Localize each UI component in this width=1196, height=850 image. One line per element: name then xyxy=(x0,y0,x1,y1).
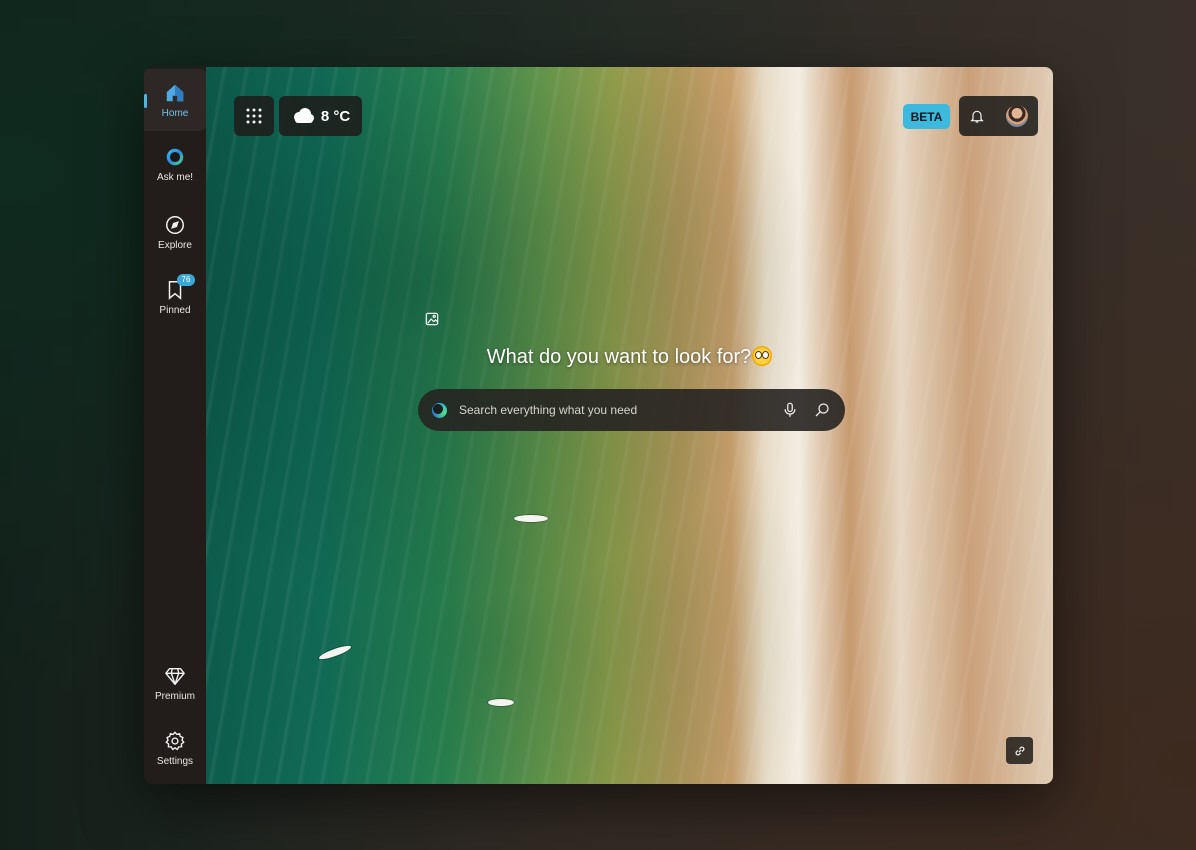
pinned-count-badge: 76 xyxy=(177,273,195,286)
sidebar-item-label: Explore xyxy=(158,239,192,251)
search-bar xyxy=(418,389,845,431)
sidebar-item-label: Ask me! xyxy=(156,171,194,183)
link-button[interactable] xyxy=(1006,737,1033,764)
gear-icon xyxy=(165,730,185,750)
wallpaper-hero: 8 °C BETA What do you want to look for? xyxy=(206,67,1053,784)
diamond-icon xyxy=(165,667,185,685)
sidebar-item-home[interactable]: Home xyxy=(144,69,206,131)
account-tile xyxy=(959,96,1038,136)
sidebar-item-label: Settings xyxy=(156,755,194,767)
flushed-emoji-icon xyxy=(752,346,773,366)
sidebar: Home Ask me! Explore 76 Pinned Premium S… xyxy=(144,67,207,784)
sidebar-item-explore[interactable]: Explore xyxy=(144,201,206,263)
bookmark-icon-wrapper: 76 xyxy=(164,273,195,301)
beta-badge: BETA xyxy=(903,104,950,129)
weather-temperature: 8 °C xyxy=(320,107,351,125)
search-icon[interactable] xyxy=(813,401,831,419)
apps-grid-button[interactable] xyxy=(234,96,274,136)
active-indicator xyxy=(144,94,147,108)
cloud-icon xyxy=(293,108,314,123)
sidebar-item-label: Pinned xyxy=(159,304,191,316)
bell-icon[interactable] xyxy=(969,108,985,124)
grid-icon xyxy=(246,108,262,124)
surfer-figure xyxy=(514,515,548,522)
app-window: Home Ask me! Explore 76 Pinned Premium S… xyxy=(144,67,1053,784)
ask-orb-icon xyxy=(432,402,447,418)
link-icon xyxy=(1015,746,1024,755)
sidebar-item-settings[interactable]: Settings xyxy=(144,717,206,779)
weather-widget[interactable]: 8 °C xyxy=(279,96,362,136)
ask-orb-icon xyxy=(166,148,184,165)
sidebar-item-ask-me[interactable]: Ask me! xyxy=(144,133,206,195)
search-prompt: What do you want to look for? xyxy=(206,346,1053,369)
microphone-icon[interactable] xyxy=(781,401,799,419)
surfer-figure xyxy=(488,699,514,706)
compass-icon xyxy=(166,215,184,234)
home-icon xyxy=(166,84,184,101)
prompt-text: What do you want to look for? xyxy=(486,346,752,368)
sidebar-item-premium[interactable]: Premium xyxy=(144,652,206,714)
sidebar-item-label: Premium xyxy=(154,690,195,702)
sidebar-item-label: Home xyxy=(161,107,189,119)
search-input[interactable] xyxy=(457,402,767,418)
user-avatar[interactable] xyxy=(1006,105,1028,127)
sidebar-item-pinned[interactable]: 76 Pinned xyxy=(144,266,206,328)
image-icon[interactable] xyxy=(425,312,439,326)
